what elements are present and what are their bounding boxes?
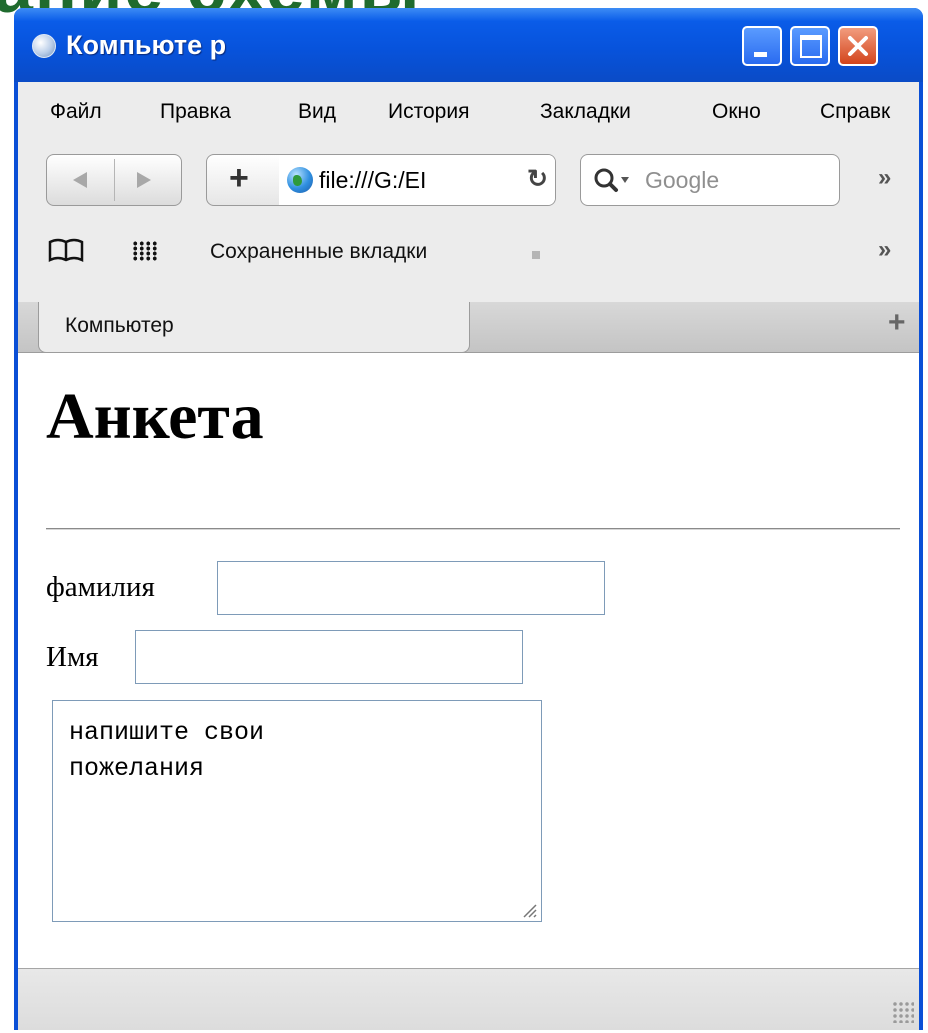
navigation-toolbar: + file:///G:/EI ↻ Google »	[18, 136, 919, 208]
plus-icon: +	[229, 159, 249, 197]
textarea-resize-grip[interactable]	[520, 901, 538, 919]
app-icon	[32, 34, 56, 58]
page-title: Анкета	[46, 380, 264, 453]
surname-field[interactable]	[217, 561, 605, 615]
menu-view[interactable]: Вид	[298, 100, 336, 124]
tab-label: Компьютер	[65, 314, 174, 337]
close-icon	[848, 36, 868, 56]
toolbar-overflow-icon[interactable]: »	[878, 164, 891, 192]
maximize-button[interactable]	[790, 26, 830, 66]
menu-file[interactable]: Файл	[50, 100, 102, 124]
title-bar[interactable]: Компьюте р	[14, 8, 923, 82]
bookmarks-overflow-icon[interactable]: »	[878, 236, 891, 264]
close-button[interactable]	[838, 26, 878, 66]
menu-window[interactable]: Окно	[712, 100, 761, 124]
bookmarks-bar: Сохраненные вкладки »	[18, 208, 919, 302]
address-group: + file:///G:/EI ↻	[206, 154, 556, 206]
name-field[interactable]	[135, 630, 523, 684]
minimize-button[interactable]	[742, 26, 782, 66]
menu-edit[interactable]: Правка	[160, 100, 231, 124]
menu-bookmarks[interactable]: Закладки	[540, 100, 631, 124]
tab-strip: Компьютер +	[18, 302, 919, 353]
reload-icon[interactable]: ↻	[527, 164, 548, 194]
search-placeholder: Google	[645, 167, 720, 193]
forward-button[interactable]	[115, 155, 181, 205]
page-content: Анкета фамилия Имя напишите свои пожелан…	[18, 353, 919, 968]
globe-icon	[287, 167, 313, 193]
name-label: Имя	[46, 641, 99, 673]
address-bar[interactable]: file:///G:/EI ↻	[279, 155, 555, 205]
status-bar	[18, 968, 919, 1030]
wishes-textarea[interactable]: напишите свои пожелания	[52, 700, 542, 922]
back-button[interactable]	[47, 155, 114, 205]
menu-help[interactable]: Справк	[820, 100, 890, 124]
back-forward-group	[46, 154, 182, 206]
book-icon[interactable]	[48, 238, 84, 264]
search-input[interactable]: Google	[580, 154, 840, 206]
browser-client: Файл Правка Вид История Закладки Окно Сп…	[18, 82, 919, 1030]
address-text: file:///G:/EI	[319, 167, 427, 193]
tab-computer[interactable]: Компьютер	[38, 302, 470, 353]
window-resize-grip[interactable]	[892, 1001, 914, 1023]
add-bookmark-button[interactable]: +	[207, 155, 280, 205]
bookmark-marker	[532, 251, 540, 259]
menu-bar: Файл Правка Вид История Закладки Окно Сп…	[18, 82, 919, 136]
new-tab-button[interactable]: +	[888, 306, 906, 340]
menu-history[interactable]: История	[388, 100, 469, 124]
browser-window: Компьюте р Файл Правка Вид История Закла…	[14, 8, 923, 1030]
top-sites-grid-icon[interactable]	[132, 241, 158, 261]
saved-tabs-bookmark[interactable]: Сохраненные вкладки	[210, 240, 427, 264]
surname-label: фамилия	[46, 571, 155, 603]
horizontal-rule	[46, 528, 900, 530]
window-title: Компьюте р	[66, 30, 227, 60]
search-icon	[594, 168, 629, 192]
